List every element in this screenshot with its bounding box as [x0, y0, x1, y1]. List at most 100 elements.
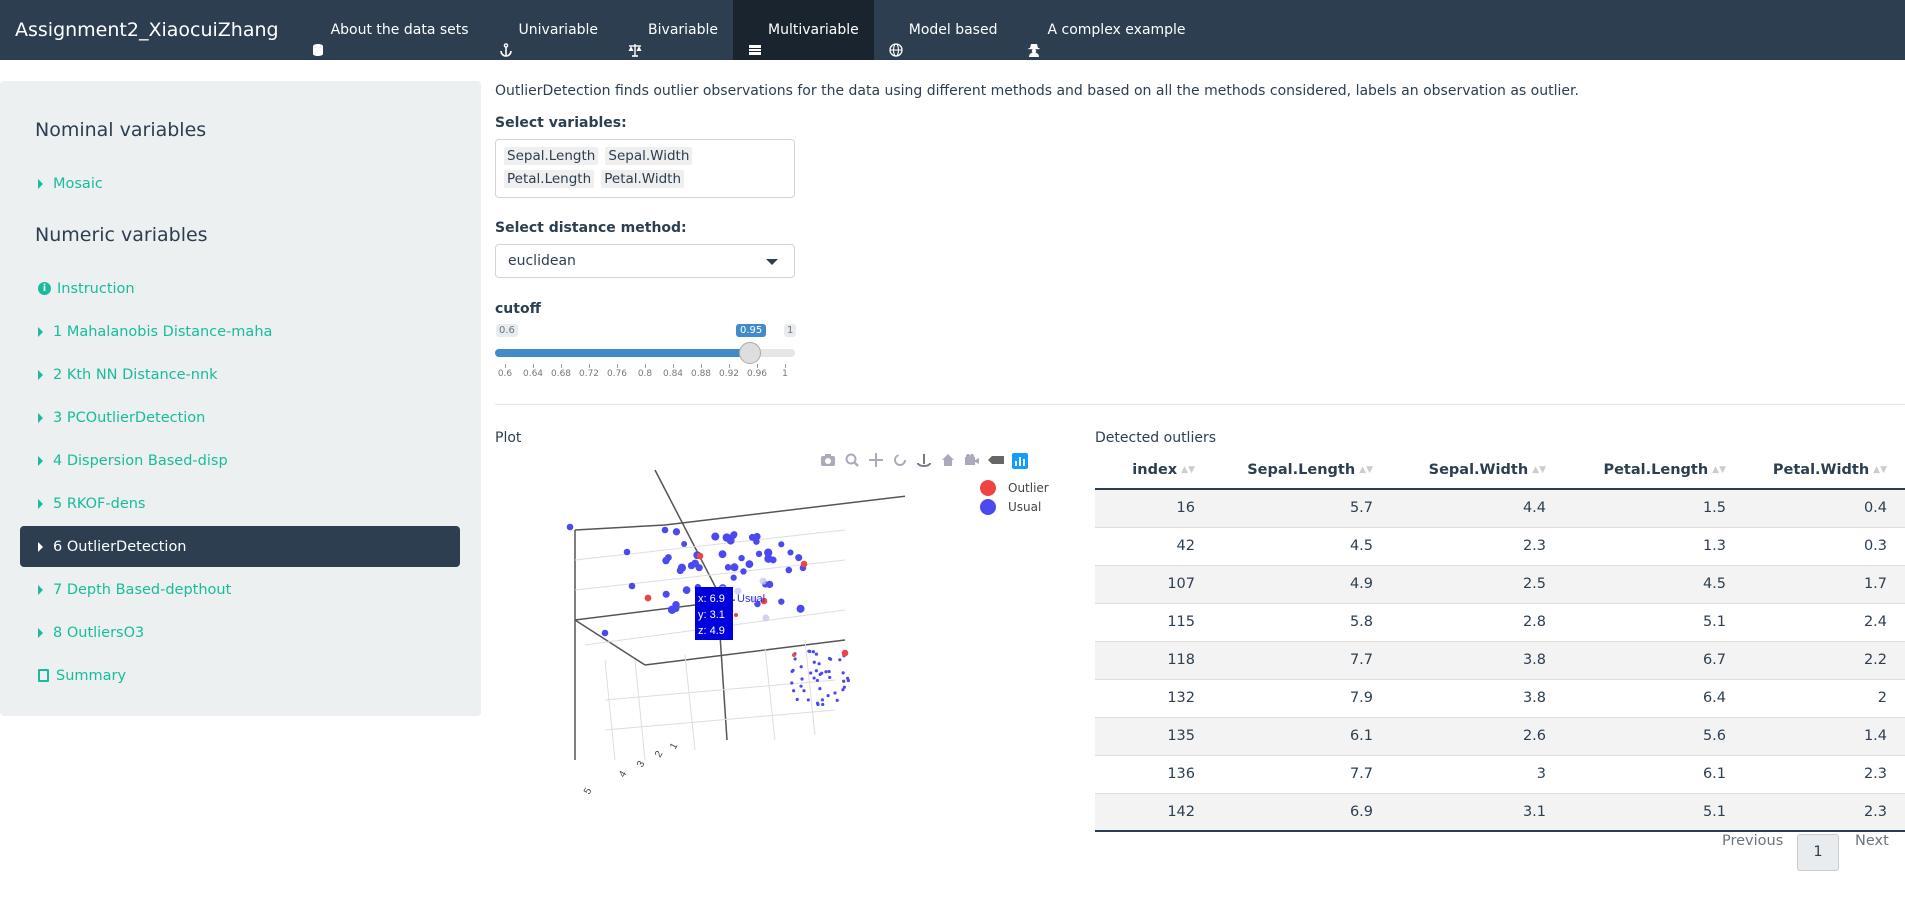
scatter-point — [661, 526, 669, 534]
nav-univariable[interactable]: Univariable — [484, 0, 614, 60]
caret-right-icon — [38, 455, 43, 466]
sidebar-item-label: 2 Kth NN Distance-nnk — [53, 366, 218, 383]
scatter-point — [738, 554, 745, 562]
globe-icon — [889, 23, 903, 57]
nav-about-data-sets[interactable]: About the data sets — [296, 0, 484, 60]
pagination-current-page[interactable]: 1 — [1797, 834, 1839, 871]
pagination-next[interactable]: Next — [1855, 833, 1889, 849]
slider-max-label: 1 — [784, 324, 797, 337]
nav-bivariable[interactable]: Bivariable — [613, 0, 733, 60]
outliers-table: index ▲▼ Sepal.Length ▲▼ Sepal.Width ▲▼ Pet… — [1095, 451, 1905, 832]
slider-tick — [561, 364, 562, 368]
table-row[interactable]: 42 4.5 2.3 1.3 0.3 — [1095, 526, 1905, 565]
column-header-petal-length[interactable]: Petal.Length ▲▼ — [1564, 451, 1744, 490]
sidebar-item-outlierdetection[interactable]: 6 OutlierDetection — [20, 526, 460, 567]
sidebar-item-disp[interactable]: 4 Dispersion Based-disp — [20, 440, 460, 481]
scatter-point — [730, 574, 737, 581]
variables-multiselect[interactable]: Sepal.Length Sepal.Width Petal.Length Pe… — [495, 139, 795, 198]
sidebar-item-outlierso3[interactable]: 8 OutliersO3 — [20, 612, 460, 653]
sidebar-item-summary[interactable]: Summary — [20, 655, 460, 696]
column-header-sepal-length[interactable]: Sepal.Length ▲▼ — [1213, 451, 1391, 490]
nav-label: Univariable — [518, 22, 599, 38]
sidebar-item-depthout[interactable]: 7 Depth Based-depthout — [20, 569, 460, 610]
slider-tick — [785, 364, 786, 368]
caret-right-icon — [38, 326, 43, 337]
selected-variable-chip[interactable]: Sepal.Width — [605, 147, 693, 165]
nav-complex-example[interactable]: A complex example — [1012, 0, 1200, 60]
hover-trace: Usual — [737, 593, 765, 605]
hover-toggle-icon[interactable] — [988, 453, 1004, 467]
table-cell: 2.3 — [1391, 526, 1564, 565]
sidebar-item-nnk[interactable]: 2 Kth NN Distance-nnk — [20, 354, 460, 395]
scatter-point — [824, 670, 828, 674]
table-cell: 5.8 — [1213, 602, 1391, 641]
scatter-point — [628, 582, 636, 590]
scene-axes — [574, 469, 905, 760]
cutoff-label: cutoff — [495, 301, 541, 317]
scatter-point — [764, 554, 773, 563]
sidebar-item-mosaic[interactable]: Mosaic — [20, 163, 460, 204]
nav-multivariable[interactable]: Multivariable — [733, 0, 874, 60]
scatter-point — [681, 540, 688, 547]
home-icon[interactable] — [940, 453, 956, 467]
column-header-sepal-width[interactable]: Sepal.Width ▲▼ — [1391, 451, 1564, 490]
pagination-previous[interactable]: Previous — [1722, 833, 1783, 849]
table-cell: 1.5 — [1564, 488, 1744, 527]
slider-tick — [645, 364, 646, 368]
column-header-index[interactable]: index ▲▼ — [1095, 451, 1213, 490]
axis-tick-label: 4 — [617, 769, 630, 780]
table-cell: 4.4 — [1391, 488, 1564, 527]
cutoff-slider-handle[interactable] — [739, 342, 761, 364]
table-row[interactable]: 132 7.9 3.8 6.4 2 — [1095, 678, 1905, 717]
sidebar-item-pcoutlier[interactable]: 3 PCOutlierDetection — [20, 397, 460, 438]
table-cell: 2.3 — [1744, 792, 1905, 832]
turntable-rotation-icon[interactable] — [916, 453, 932, 468]
slider-tick-label: 0.88 — [690, 369, 712, 379]
app-title[interactable]: Assignment2_XiaocuiZhang — [0, 0, 294, 60]
scatter-point — [662, 556, 670, 565]
3d-scatter-plot[interactable]: x: 6.9 y: 3.1 z: 4.9 Usual 5 4 3 2 1 — [545, 460, 905, 800]
selected-variable-chip[interactable]: Sepal.Length — [504, 147, 599, 165]
sidebar-item-instruction[interactable]: i Instruction — [20, 268, 460, 309]
scatter-point — [827, 669, 831, 674]
table-cell: 2.4 — [1744, 602, 1905, 641]
legend-item-usual[interactable]: Usual — [980, 499, 1049, 515]
sidebar-item-maha[interactable]: 1 Mahalanobis Distance-maha — [20, 311, 460, 352]
table-cell: 6.1 — [1564, 754, 1744, 793]
table-row[interactable]: 115 5.8 2.8 5.1 2.4 — [1095, 602, 1905, 641]
column-header-petal-width[interactable]: Petal.Width ▲▼ — [1744, 451, 1905, 490]
slider-tick — [617, 364, 618, 368]
scatter-point — [814, 669, 818, 673]
table-cell: 16 — [1095, 488, 1213, 527]
hover-label: x: 6.9 y: 3.1 z: 4.9 Usual — [695, 587, 765, 640]
table-row[interactable]: 142 6.9 3.1 5.1 2.3 — [1095, 792, 1905, 832]
slider-min-label: 0.6 — [496, 324, 518, 337]
slider-tick-label: 0.96 — [746, 369, 768, 379]
sidebar: Nominal variables Mosaic Numeric variabl… — [0, 81, 481, 716]
legend-marker — [980, 480, 996, 496]
table-row[interactable]: 107 4.9 2.5 4.5 1.7 — [1095, 564, 1905, 603]
sidebar-item-rkof[interactable]: 5 RKOF-dens — [20, 483, 460, 524]
table-row[interactable]: 118 7.7 3.8 6.7 2.2 — [1095, 640, 1905, 679]
nav-model-based[interactable]: Model based — [874, 0, 1013, 60]
scatter-point — [795, 697, 799, 702]
plotly-logo-icon[interactable] — [1012, 453, 1028, 469]
scatter-point — [790, 681, 794, 685]
video-camera-icon[interactable] — [964, 453, 980, 467]
sidebar-item-label: Mosaic — [53, 175, 103, 192]
legend-item-outlier[interactable]: Outlier — [980, 480, 1049, 496]
scatter-point — [711, 532, 720, 541]
scatter-point — [799, 665, 803, 669]
scatter-point — [815, 678, 819, 683]
table-row[interactable]: 16 5.7 4.4 1.5 0.4 — [1095, 488, 1905, 527]
table-row[interactable]: 136 7.7 3 6.1 2.3 — [1095, 754, 1905, 793]
cutoff-slider-fill — [495, 349, 750, 357]
table-cell: 4.9 — [1213, 564, 1391, 603]
selected-variable-chip[interactable]: Petal.Length — [504, 170, 595, 188]
selected-variable-chip[interactable]: Petal.Width — [601, 170, 685, 188]
table-row[interactable]: 135 6.1 2.6 5.6 1.4 — [1095, 716, 1905, 755]
scatter-point — [812, 660, 816, 664]
distance-method-select[interactable]: euclidean — [495, 244, 795, 278]
scatter-point — [778, 541, 785, 548]
nav-label: About the data sets — [330, 22, 469, 38]
